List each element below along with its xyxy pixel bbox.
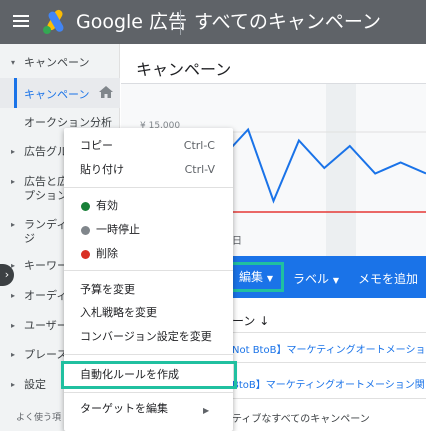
menu-item-change-budget[interactable]: 予算を変更 — [80, 283, 135, 297]
removed-status-icon — [81, 250, 90, 259]
chart-weekend-band — [326, 84, 356, 256]
table-row[interactable]: Not BtoB】マーケティングオートメーション — [232, 341, 426, 356]
menu-item-paste[interactable]: 貼り付け — [80, 163, 124, 177]
menu-item-edit-targeting[interactable]: ターゲットを編集 — [80, 402, 168, 416]
menu-separator — [64, 187, 233, 188]
caret-right-icon: ▸ — [11, 321, 16, 330]
campaign-column-header[interactable]: ーン ↓ — [232, 312, 269, 329]
table-divider — [232, 332, 426, 333]
menu-item-enable[interactable]: 有効 — [96, 199, 118, 213]
add-memo-button[interactable]: メモを追加 — [358, 270, 418, 287]
caret-right-icon: ▸ — [11, 291, 16, 300]
paused-status-icon — [81, 226, 90, 235]
page-title: キャンペーン — [136, 60, 232, 79]
caret-down-icon: ▼ — [332, 276, 339, 285]
caret-right-icon: ▸ — [11, 380, 16, 389]
menu-item-create-automated-rule[interactable]: 自動化ルールを作成 — [80, 368, 179, 382]
label-button[interactable]: ラベル ▼ — [293, 270, 339, 287]
selected-indicator — [14, 78, 17, 108]
paste-shortcut: Ctrl-V — [184, 163, 215, 176]
menu-item-change-conversion-settings[interactable]: コンバージョン設定を変更 — [80, 330, 212, 344]
top-bar: Google 広告 すべてのキャンペーン — [0, 0, 426, 44]
menu-separator — [64, 270, 233, 271]
home-icon[interactable] — [99, 86, 113, 98]
edit-button[interactable]: 編集 ▼ — [228, 262, 284, 292]
submenu-arrow-icon: ▶ — [203, 406, 210, 415]
nav-item-campaigns[interactable]: キャンペーン — [0, 78, 120, 108]
table-total-row: ティブなすべてのキャンペーン — [232, 414, 370, 425]
menu-item-change-bid-strategy[interactable]: 入札戦略を変更 — [80, 306, 157, 320]
context-menu: コピー Ctrl-C 貼り付け Ctrl-V 有効 一時停止 削除 予算を変更 … — [61, 128, 237, 431]
page-name: すべてのキャンペーン — [194, 11, 381, 33]
caret-right-icon: ▸ — [11, 350, 16, 359]
header-divider — [180, 10, 181, 35]
menu-item-copy[interactable]: コピー — [80, 139, 113, 153]
table-row[interactable]: BtoB】マーケティングオートメーション関 — [232, 376, 425, 391]
menu-separator — [64, 354, 233, 355]
caret-right-icon: ▸ — [11, 220, 16, 229]
copy-shortcut: Ctrl-C — [183, 139, 215, 152]
menu-item-remove[interactable]: 削除 — [96, 247, 118, 261]
menu-separator — [64, 392, 233, 393]
caret-right-icon: ▸ — [11, 177, 16, 186]
table-divider — [232, 362, 426, 363]
table-divider — [232, 398, 426, 399]
hamburger-menu-icon[interactable] — [13, 15, 29, 27]
caret-down-icon: ▼ — [266, 274, 273, 283]
google-ads-logo — [43, 9, 64, 34]
menu-item-pause[interactable]: 一時停止 — [96, 223, 140, 237]
caret-right-icon: ▸ — [11, 147, 16, 156]
chart-x-tick: 日 — [232, 236, 242, 247]
enabled-status-icon — [81, 202, 90, 211]
chevron-right-icon: › — [4, 268, 10, 281]
app-title: Google 広告 — [76, 11, 188, 33]
caret-down-icon: ▾ — [11, 58, 16, 67]
